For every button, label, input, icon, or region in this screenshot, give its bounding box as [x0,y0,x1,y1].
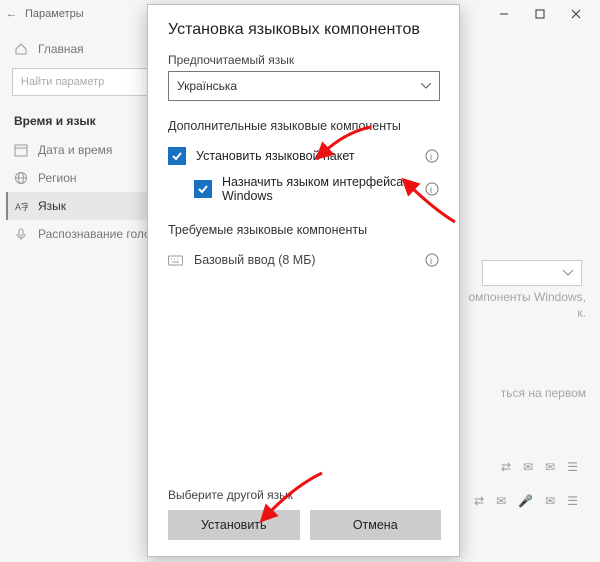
search-input[interactable]: Найти параметр [12,68,168,96]
sidebar-item-label: Язык [38,199,66,213]
info-icon[interactable]: i [423,253,441,267]
glyph-icon: 🎤 [518,494,533,508]
checkbox-checked-icon[interactable] [168,147,186,165]
mic-icon [14,227,28,241]
info-icon[interactable]: i [423,149,441,163]
glyph-icon: ✉ [523,460,533,474]
glyph-icon: ☰ [567,460,578,474]
background-select[interactable] [482,260,582,286]
preferred-language-label: Предпочитаемый язык [168,53,441,67]
glyph-icon: ⇄ [474,494,484,508]
choose-other-language-link[interactable]: Выберите другой язык [168,488,441,502]
glyph-icon: ☰ [567,494,578,508]
install-button[interactable]: Установить [168,510,300,540]
globe-icon [14,171,28,185]
close-button[interactable] [558,2,594,26]
search-placeholder: Найти параметр [21,76,104,88]
glyph-icon: ✉ [496,494,506,508]
sidebar-home-label: Главная [38,42,84,56]
glyph-icon: ✉ [545,460,555,474]
selected-language: Українська [177,79,237,93]
sidebar-item-label: Дата и время [38,143,112,157]
optional-components-heading: Дополнительные языковые компоненты [168,119,441,133]
icon-row-1: ⇄ ✉ ✉ ☰ [501,460,578,474]
glyph-icon: ✉ [545,494,555,508]
svg-text:i: i [430,256,432,266]
back-icon[interactable]: ← [6,8,17,20]
svg-text:i: i [430,152,432,162]
language-select[interactable]: Українська [168,71,440,101]
required-components-heading: Требуемые языковые компоненты [168,223,441,237]
option-label: Назначить языком интерфейса Windows [222,175,423,203]
glyph-icon: ⇄ [501,460,511,474]
sidebar-item-label: Распознавание голоса [38,227,163,241]
maximize-button[interactable] [522,2,558,26]
checkbox-checked-icon[interactable] [194,180,212,198]
background-text-2: к. [577,306,586,320]
language-icon: A字 [14,199,28,213]
required-basic-typing: Базовый ввод (8 МБ) i [168,247,441,273]
install-language-dialog: Установка языковых компонентов Предпочит… [147,4,460,557]
sidebar-item-label: Регион [38,171,77,185]
home-icon [14,42,28,56]
svg-text:A字: A字 [15,201,28,212]
background-text-3: ться на первом [501,386,586,400]
icon-row-2: ⇄ ✉ 🎤 ✉ ☰ [474,494,578,508]
minimize-button[interactable] [486,2,522,26]
option-set-display-language[interactable]: Назначить языком интерфейса Windows i [168,171,441,209]
option-install-language-pack[interactable]: Установить языковой пакет i [168,143,441,171]
chevron-down-icon [563,270,573,276]
option-label: Установить языковой пакет [196,149,423,163]
calendar-icon [14,143,28,157]
window-title: Параметры [25,8,84,20]
required-label: Базовый ввод (8 МБ) [194,253,423,267]
background-text-1: омпоненты Windows, [469,290,587,304]
keyboard-icon [168,254,184,266]
chevron-down-icon [421,83,431,89]
cancel-button[interactable]: Отмена [310,510,442,540]
dialog-title: Установка языковых компонентов [168,21,441,39]
info-icon[interactable]: i [423,182,441,196]
svg-text:i: i [430,185,432,195]
